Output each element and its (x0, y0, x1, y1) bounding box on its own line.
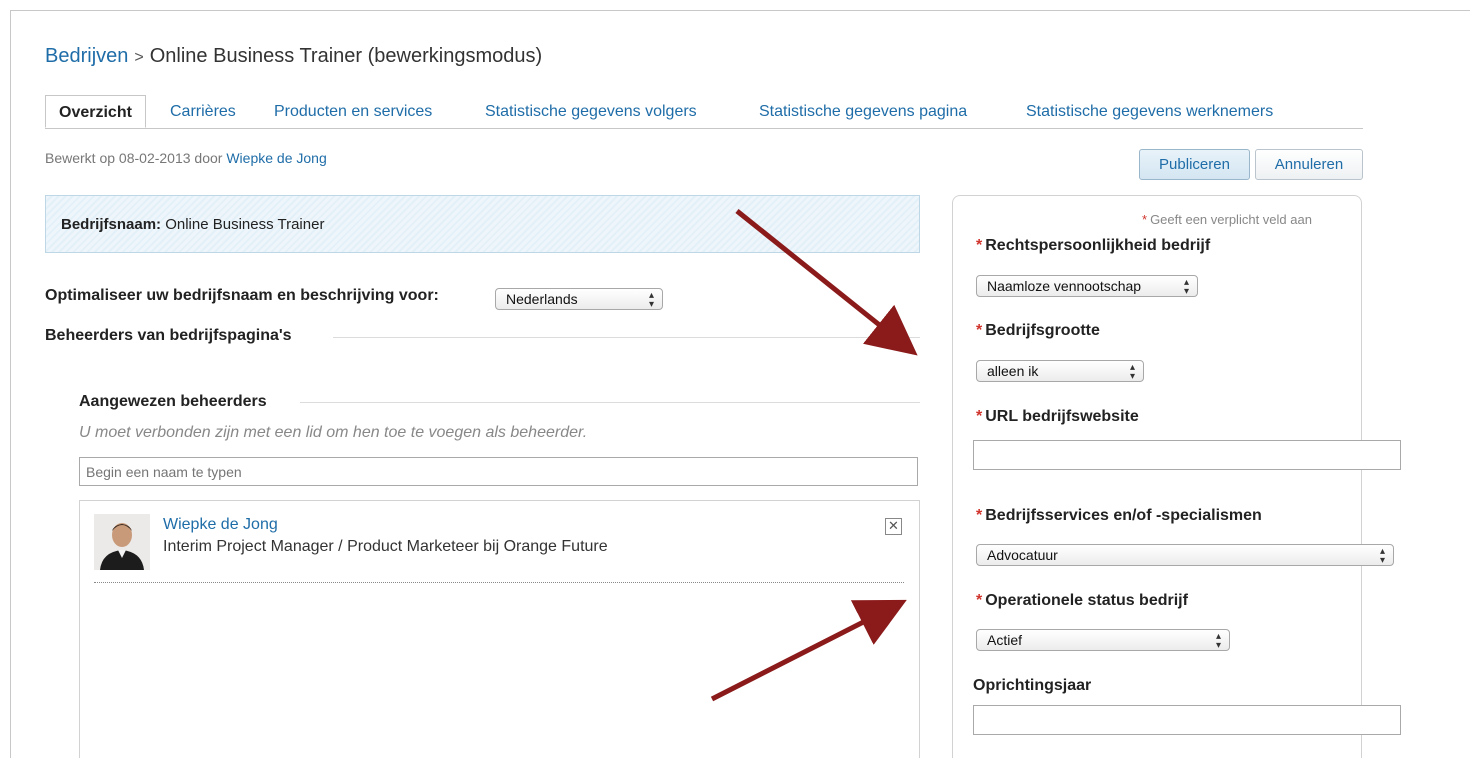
arrow-icon (710, 599, 907, 702)
annotation-arrows (710, 209, 918, 702)
arrow-icon (735, 209, 918, 356)
